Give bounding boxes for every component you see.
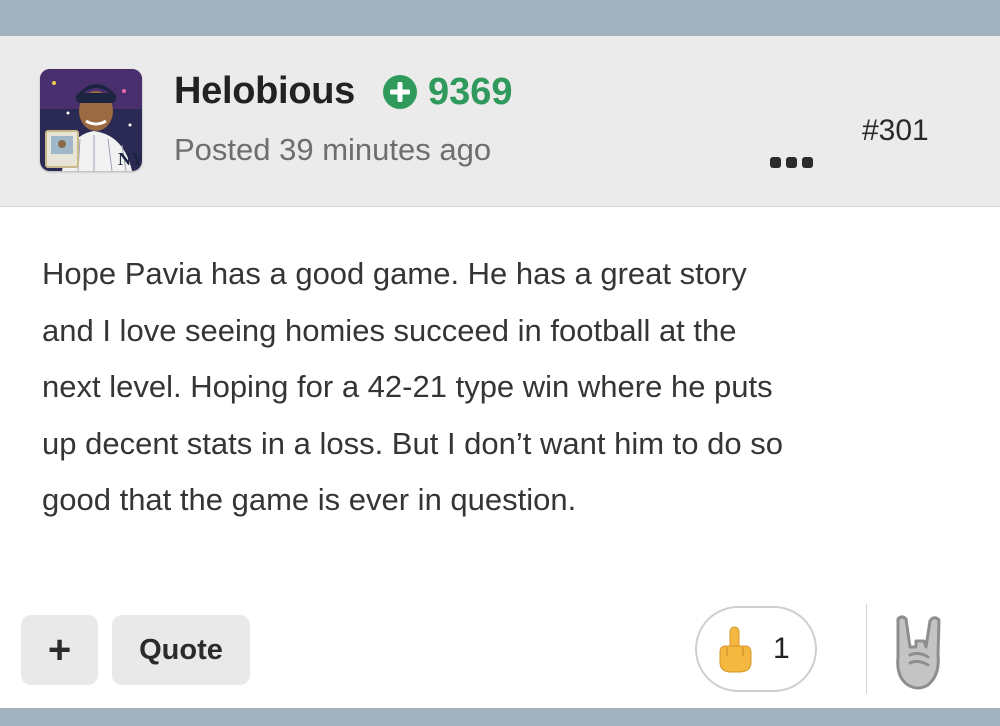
author-name[interactable]: Helobious [174, 70, 355, 113]
post-number-link[interactable]: #301 [862, 114, 929, 148]
post-text-line: next level. Hoping for a 42-21 type win … [42, 369, 773, 404]
posted-time[interactable]: Posted 39 minutes ago [174, 132, 491, 168]
top-strip [0, 0, 1000, 36]
reputation-count: 9369 [428, 70, 513, 113]
reputation-badge: 9369 [382, 70, 513, 114]
post-content: Hope Pavia has a good game. He has a gre… [42, 246, 962, 529]
post-text-line: up decent stats in a loss. But I don’t w… [42, 425, 783, 461]
reaction-count: 1 [773, 632, 790, 665]
plus-circle-icon [383, 75, 417, 109]
post-text-line: Hope Pavia has a good game. He has a gre… [42, 256, 747, 291]
reaction-summary[interactable]: 1 [695, 606, 817, 692]
avatar[interactable]: NY [40, 69, 142, 171]
divider [866, 604, 867, 694]
post-header: NY Helobious 9369 Posted 39 minutes ago … [0, 36, 1000, 207]
middle-finger-emoji-icon [719, 626, 752, 673]
post-text-line: and I love seeing homies succeed in foot… [42, 312, 737, 348]
quote-button[interactable]: Quote [112, 615, 250, 685]
bottom-strip [0, 708, 1000, 726]
multiquote-add-button[interactable]: + [21, 615, 98, 685]
ellipsis-icon[interactable] [770, 156, 814, 172]
post-text-line: good that the game is ever in question. [42, 482, 577, 517]
forum-post: NY Helobious 9369 Posted 39 minutes ago … [0, 36, 1000, 708]
rock-on-hand-icon[interactable] [888, 611, 950, 691]
svg-text:NY: NY [118, 149, 142, 169]
